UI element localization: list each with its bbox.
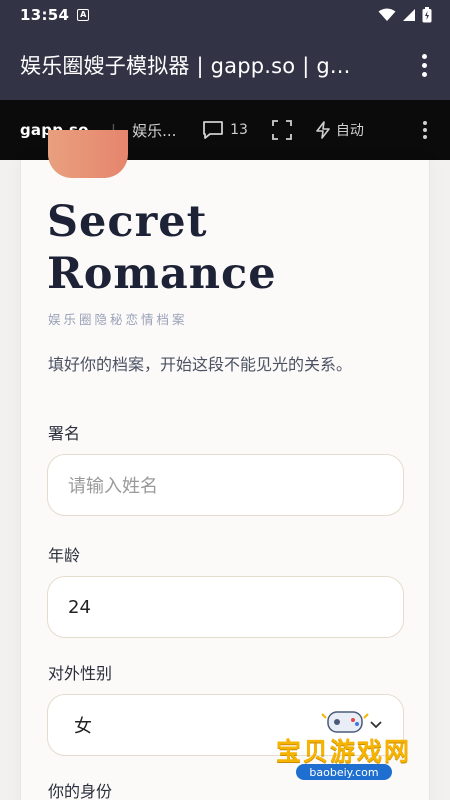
watermark-text: 宝贝游戏网: [276, 737, 412, 766]
watermark-url: baobeiy.com: [296, 764, 392, 780]
comment-count: 13: [230, 122, 248, 138]
fullscreen-button[interactable]: [272, 120, 292, 140]
battery-icon: [422, 7, 432, 23]
card-logo: [48, 130, 128, 178]
status-icons: [378, 7, 432, 23]
card-title: Secret Romance: [47, 196, 277, 300]
age-label: 年龄: [48, 546, 81, 565]
profile-card: Secret Romance 娱乐圈隐秘恋情档案 填好你的档案，开始这段不能见光…: [20, 130, 430, 800]
gender-value: 女: [74, 716, 92, 737]
status-bar: 13:54 A: [0, 0, 450, 30]
name-input[interactable]: 请输入姓名: [47, 454, 404, 516]
comment-icon: [203, 121, 223, 139]
name-placeholder: 请输入姓名: [68, 476, 158, 497]
auto-button[interactable]: 自动: [316, 120, 364, 140]
site-watermark: 宝贝游戏网 baobeiy.com: [276, 706, 418, 794]
fullscreen-icon: [272, 120, 292, 140]
more-vert-icon[interactable]: [418, 53, 430, 77]
gender-label: 对外性别: [48, 664, 113, 683]
identity-label: 你的身份: [48, 782, 113, 800]
card-title-line2: Romance: [47, 249, 277, 299]
lightning-icon: [316, 121, 330, 139]
age-input[interactable]: 24: [47, 576, 404, 638]
signal-icon: [403, 9, 415, 21]
browser-title-bar: 娱乐圈嫂子模拟器 | gapp.so | g...: [0, 30, 450, 100]
age-value: 24: [68, 596, 91, 618]
card-description: 填好你的档案，开始这段不能见光的关系。: [48, 355, 353, 374]
status-time: 13:54: [20, 6, 70, 24]
toolbar-more-icon[interactable]: [420, 121, 430, 139]
notification-icon: A: [77, 9, 90, 21]
comments-button[interactable]: 13: [202, 120, 248, 140]
toolbar-page-name[interactable]: 娱乐...: [132, 120, 182, 141]
auto-label: 自动: [335, 123, 364, 139]
wifi-icon: [378, 8, 396, 21]
card-subtitle: 娱乐圈隐秘恋情档案: [48, 312, 188, 327]
card-title-line1: Secret: [47, 197, 208, 247]
name-label: 署名: [48, 424, 81, 443]
page-title: 娱乐圈嫂子模拟器 | gapp.so | g...: [20, 54, 351, 78]
